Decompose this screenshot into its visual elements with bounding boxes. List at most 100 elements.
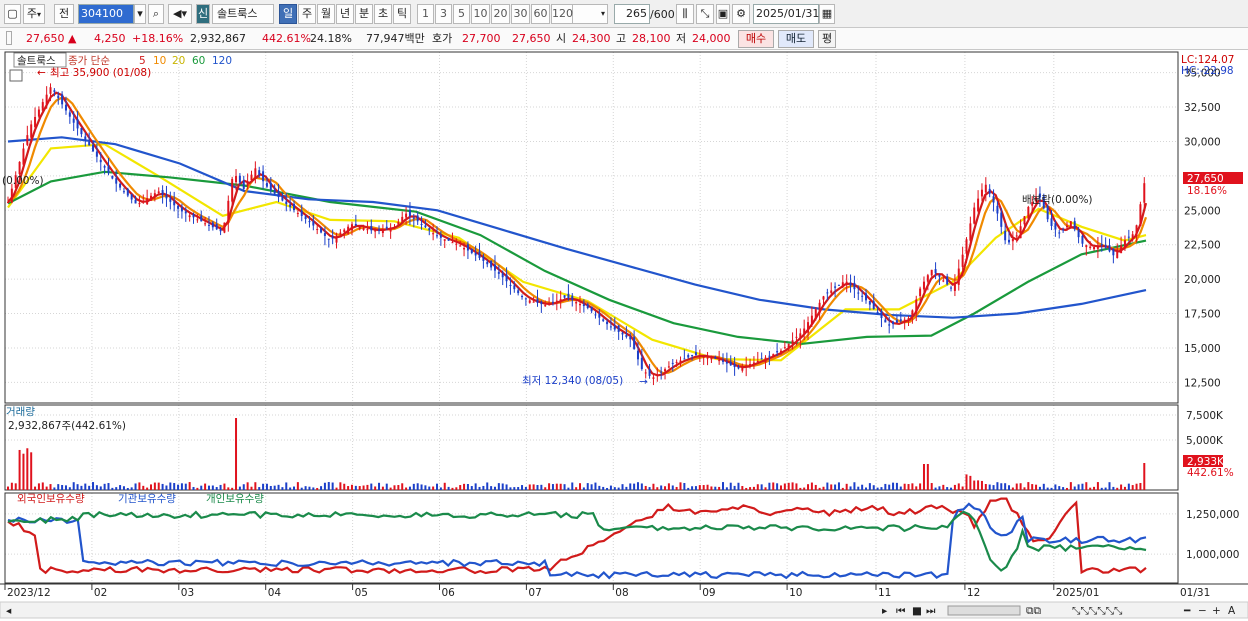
candle-body [192, 214, 195, 218]
speaker-icon[interactable]: ◀▾ [168, 4, 192, 24]
volume-bar [725, 487, 728, 490]
volume-bar [729, 482, 732, 490]
bid-price: 27,650 [512, 32, 551, 45]
forward-icon[interactable]: ⏭ [926, 605, 936, 617]
scroll-thumb[interactable] [947, 605, 1021, 616]
interval-button-1[interactable]: 1 [417, 4, 434, 24]
interval-button-60[interactable]: 60 [531, 4, 550, 24]
candle-body [996, 205, 999, 214]
x-axis-label: 2023/12 [7, 587, 51, 599]
stop-icon[interactable]: ■ [912, 605, 922, 617]
copy-icon[interactable]: ⧉⧉ [1026, 605, 1041, 617]
candle-body [745, 365, 748, 367]
volume-bar [385, 483, 388, 490]
volume-bar [231, 487, 234, 490]
candle-type-icon[interactable]: ⫼ [676, 4, 694, 24]
window-icon[interactable]: ▢ [4, 4, 21, 24]
interval-button-20[interactable]: 20 [491, 4, 510, 24]
scrollbar-track[interactable] [0, 601, 1248, 619]
draw-tools-icon[interactable]: ⤡⤡⤡⤡⤡⤡ [1072, 605, 1123, 617]
pane-borders [0, 51, 1248, 585]
gear-icon[interactable]: ⚙ [732, 4, 750, 24]
candle-body [381, 229, 384, 234]
candle-body [872, 301, 875, 310]
candle-body [1023, 216, 1026, 225]
candle-body [293, 203, 296, 211]
volume-bar [571, 482, 574, 490]
draw-tool-icon[interactable]: ⤡ [696, 4, 714, 24]
volume-bar [895, 482, 898, 490]
period-tab-1[interactable]: 주 [298, 4, 316, 24]
interval-button-30[interactable]: 30 [511, 4, 530, 24]
volume-bar [640, 483, 643, 490]
volume-bar [969, 475, 972, 490]
candle-body [258, 170, 261, 175]
candle-body [169, 198, 172, 202]
volume-bar [254, 482, 257, 490]
rewind-icon[interactable]: ⏮ [896, 605, 906, 617]
candle-body [1004, 230, 1007, 241]
interval-button-3[interactable]: 3 [435, 4, 452, 24]
candle-body [544, 305, 547, 307]
date-input[interactable]: 2025/01/31 [753, 4, 819, 24]
search-icon[interactable]: ⌕ [148, 4, 164, 24]
minus-icon[interactable]: − [1198, 605, 1207, 617]
volume-bar [907, 484, 910, 490]
price-tick-label: 22,500 [1184, 240, 1221, 252]
interval-button-10[interactable]: 10 [471, 4, 490, 24]
candle-body [633, 336, 636, 349]
volume-bar [1050, 487, 1053, 490]
font-size-icon[interactable]: A [1228, 605, 1236, 617]
candle-body [532, 301, 535, 303]
candle-body [1123, 240, 1126, 249]
plus-icon[interactable]: + [1212, 605, 1221, 617]
x-axis-label: 04 [268, 587, 282, 599]
candle-body [830, 290, 833, 293]
volume-bar [1058, 486, 1061, 490]
mode-select[interactable]: 주▾ [23, 4, 45, 24]
period-tab-2[interactable]: 월 [317, 4, 335, 24]
candle-body [242, 180, 245, 189]
volume-bar [1127, 483, 1130, 490]
candle-body [312, 221, 315, 226]
buy-button[interactable]: 매수 [738, 30, 774, 48]
candle-body [733, 363, 736, 368]
chart-area[interactable]: 35,00032,50030,00027,50025,00022,50020,0… [0, 50, 1248, 621]
scroll-right-icon[interactable]: ▸ [882, 605, 888, 617]
candle-body [609, 326, 612, 328]
candle-body [613, 325, 616, 330]
volume-bar [219, 484, 222, 490]
period-tab-0[interactable]: 일 [279, 4, 297, 24]
candle-body [722, 360, 725, 362]
count-input[interactable]: 265 [614, 4, 650, 24]
period-tab-5[interactable]: 초 [374, 4, 392, 24]
volume-bar [192, 486, 195, 490]
candle-body [277, 190, 280, 198]
interval-button-120[interactable]: 120 [551, 4, 573, 24]
zoom-out-icon[interactable]: ━ [1183, 605, 1191, 617]
volume-bar [14, 483, 17, 490]
scroll-left-icon[interactable]: ◂ [6, 605, 12, 617]
code-dropdown-icon[interactable]: ▾ [134, 4, 146, 24]
volume-bar [868, 483, 871, 490]
code-input[interactable]: 304100 [78, 4, 134, 24]
prev-button[interactable]: 전 [54, 4, 74, 24]
sell-button[interactable]: 매도 [778, 30, 814, 48]
period-tab-6[interactable]: 틱 [393, 4, 411, 24]
avg-button[interactable]: 평 [818, 30, 836, 48]
price-change-pct: +18.16% [132, 32, 184, 45]
calendar-icon[interactable]: ▦ [819, 4, 835, 24]
volume-bar [830, 484, 833, 490]
interval-button-5[interactable]: 5 [453, 4, 470, 24]
period-tab-4[interactable]: 분 [355, 4, 373, 24]
volume-bar [57, 484, 60, 490]
candle-body [84, 136, 87, 140]
candle-body [938, 275, 941, 277]
save-icon[interactable]: ▣ [716, 4, 730, 24]
period-tab-3[interactable]: 년 [336, 4, 354, 24]
interval-dropdown[interactable]: ▾ [572, 4, 608, 24]
volume-bar [501, 483, 504, 490]
volume-bar [408, 486, 411, 490]
volume-bar [675, 486, 678, 490]
table-toggle-icon[interactable] [9, 69, 23, 82]
